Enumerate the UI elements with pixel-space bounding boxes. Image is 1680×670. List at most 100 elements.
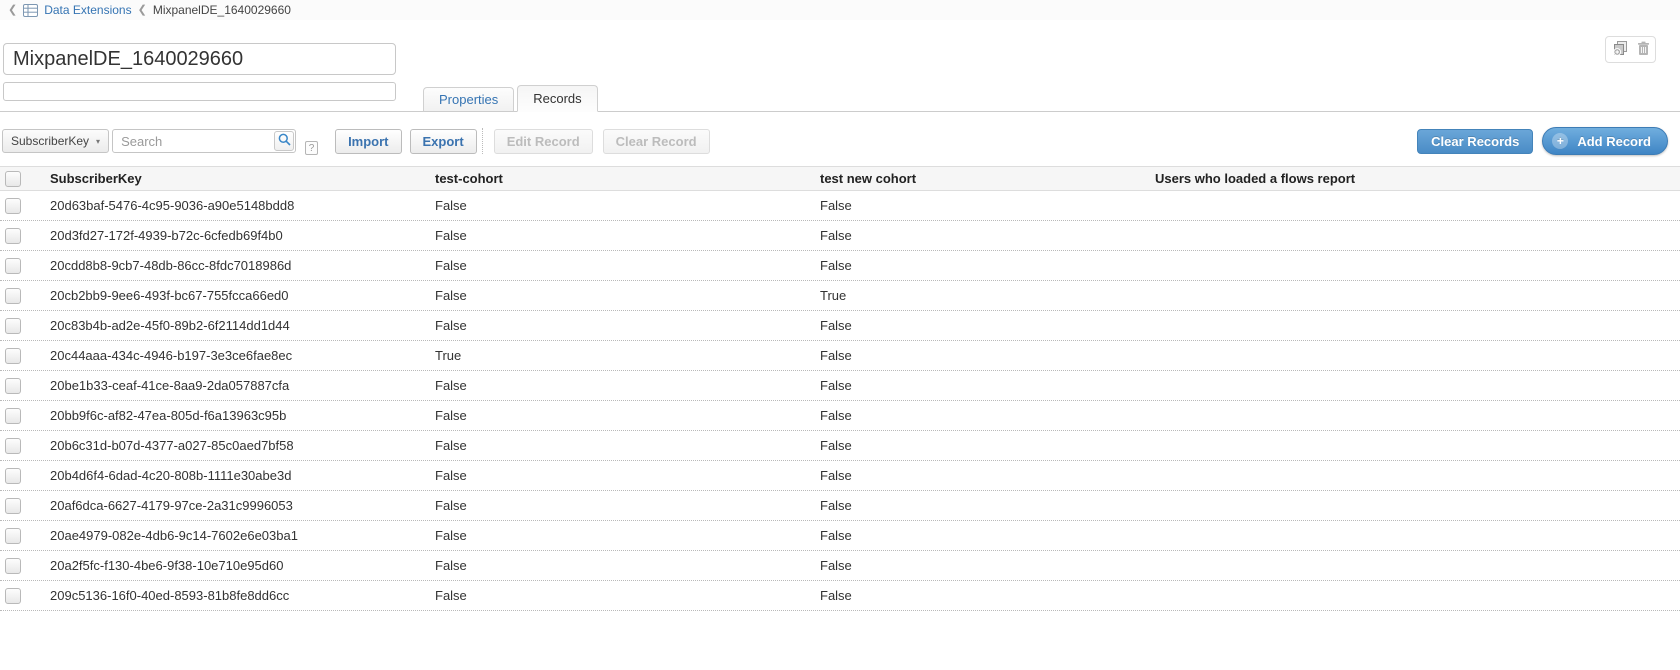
table-row[interactable]: 20c44aaa-434c-4946-b197-3e3ce6fae8ec Tru… <box>0 341 1680 371</box>
header-action-group <box>1605 36 1656 63</box>
breadcrumb-current-item: MixpanelDE_1640029660 <box>153 3 291 17</box>
row-checkbox[interactable] <box>5 198 21 214</box>
row-checkbox[interactable] <box>5 408 21 424</box>
cell-test-cohort: False <box>430 288 815 303</box>
copy-data-extension-button[interactable] <box>1612 40 1628 59</box>
edit-record-button[interactable]: Edit Record <box>494 129 593 154</box>
row-checkbox[interactable] <box>5 288 21 304</box>
tab-properties[interactable]: Properties <box>423 87 514 112</box>
clear-record-button[interactable]: Clear Record <box>603 129 710 154</box>
row-checkbox[interactable] <box>5 318 21 334</box>
table-row[interactable]: 20d63baf-5476-4c95-9036-a90e5148bdd8 Fal… <box>0 191 1680 221</box>
cell-subscriberkey: 20cdd8b8-9cb7-48db-86cc-8fdc7018986d <box>45 258 430 273</box>
breadcrumb-data-extensions-link[interactable]: Data Extensions <box>44 3 131 17</box>
import-button[interactable]: Import <box>335 129 401 154</box>
table-row[interactable]: 20c83b4b-ad2e-45f0-89b2-6f2114dd1d44 Fal… <box>0 311 1680 341</box>
data-extension-header: Properties Records <box>0 20 1680 112</box>
cell-test-new-cohort: False <box>815 408 1150 423</box>
row-checkbox[interactable] <box>5 438 21 454</box>
row-checkbox[interactable] <box>5 228 21 244</box>
search-field-selector[interactable]: SubscriberKey ▾ <box>2 129 109 153</box>
add-record-label: Add Record <box>1577 134 1651 149</box>
copy-plus-icon <box>1612 40 1628 59</box>
row-checkbox[interactable] <box>5 528 21 544</box>
column-header-flows-report: Users who loaded a flows report <box>1150 171 1680 186</box>
column-header-test-cohort: test-cohort <box>430 171 815 186</box>
row-checkbox[interactable] <box>5 588 21 604</box>
column-header-test-new-cohort: test new cohort <box>815 171 1150 186</box>
row-checkbox[interactable] <box>5 348 21 364</box>
add-record-button[interactable]: + Add Record <box>1542 127 1668 155</box>
row-checkbox[interactable] <box>5 558 21 574</box>
cell-test-cohort: True <box>430 348 815 363</box>
table-row[interactable]: 20af6dca-6627-4179-97ce-2a31c9996053 Fal… <box>0 491 1680 521</box>
cell-test-cohort: False <box>430 408 815 423</box>
search-button[interactable] <box>274 131 294 151</box>
cell-subscriberkey: 20af6dca-6627-4179-97ce-2a31c9996053 <box>45 498 430 513</box>
cell-test-new-cohort: False <box>815 228 1150 243</box>
search-field-selector-label: SubscriberKey <box>11 134 89 148</box>
cell-test-new-cohort: False <box>815 558 1150 573</box>
table-row[interactable]: 20be1b33-ceaf-41ce-8aa9-2da057887cfa Fal… <box>0 371 1680 401</box>
cell-test-cohort: False <box>430 438 815 453</box>
cell-subscriberkey: 20ae4979-082e-4db6-9c14-7602e6e03ba1 <box>45 528 430 543</box>
tab-records[interactable]: Records <box>517 85 597 112</box>
cell-test-cohort: False <box>430 318 815 333</box>
help-icon[interactable]: ? <box>305 141 318 155</box>
cell-test-cohort: False <box>430 558 815 573</box>
cell-subscriberkey: 209c5136-16f0-40ed-8593-81b8fe8dd6cc <box>45 588 430 603</box>
row-checkbox[interactable] <box>5 468 21 484</box>
cell-subscriberkey: 20b6c31d-b07d-4377-a027-85c0aed7bf58 <box>45 438 430 453</box>
toolbar-divider <box>482 128 483 154</box>
table-row[interactable]: 20b4d6f4-6dad-4c20-808b-1111e30abe3d Fal… <box>0 461 1680 491</box>
cell-test-cohort: False <box>430 378 815 393</box>
cell-test-cohort: False <box>430 198 815 213</box>
row-checkbox[interactable] <box>5 258 21 274</box>
table-row[interactable]: 20a2f5fc-f130-4be6-9f38-10e710e95d60 Fal… <box>0 551 1680 581</box>
cell-test-cohort: False <box>430 258 815 273</box>
cell-subscriberkey: 20be1b33-ceaf-41ce-8aa9-2da057887cfa <box>45 378 430 393</box>
name-field[interactable] <box>3 43 396 75</box>
clear-records-button[interactable]: Clear Records <box>1417 129 1533 154</box>
cell-subscriberkey: 20d63baf-5476-4c95-9036-a90e5148bdd8 <box>45 198 430 213</box>
cell-test-new-cohort: False <box>815 588 1150 603</box>
description-field[interactable] <box>3 82 396 101</box>
table-row[interactable]: 20d3fd27-172f-4939-b72c-6cfedb69f4b0 Fal… <box>0 221 1680 251</box>
cell-subscriberkey: 20d3fd27-172f-4939-b72c-6cfedb69f4b0 <box>45 228 430 243</box>
cell-test-cohort: False <box>430 228 815 243</box>
table-row[interactable]: 209c5136-16f0-40ed-8593-81b8fe8dd6cc Fal… <box>0 581 1680 611</box>
records-toolbar: SubscriberKey ▾ ? Import Export Edit Rec… <box>0 112 1680 166</box>
row-checkbox[interactable] <box>5 498 21 514</box>
cell-test-new-cohort: False <box>815 468 1150 483</box>
search-box <box>112 129 296 153</box>
delete-data-extension-button[interactable] <box>1637 41 1650 59</box>
table-row[interactable]: 20ae4979-082e-4db6-9c14-7602e6e03ba1 Fal… <box>0 521 1680 551</box>
tab-bar: Properties Records <box>423 85 598 112</box>
cell-test-new-cohort: False <box>815 498 1150 513</box>
cell-test-new-cohort: False <box>815 258 1150 273</box>
export-button[interactable]: Export <box>410 129 477 154</box>
table-row[interactable]: 20b6c31d-b07d-4377-a027-85c0aed7bf58 Fal… <box>0 431 1680 461</box>
select-all-checkbox[interactable] <box>5 171 21 187</box>
cell-subscriberkey: 20a2f5fc-f130-4be6-9f38-10e710e95d60 <box>45 558 430 573</box>
back-chevron-icon[interactable]: ❮ <box>8 5 17 16</box>
cell-test-new-cohort: False <box>815 198 1150 213</box>
chevron-down-icon: ▾ <box>96 137 100 146</box>
cell-test-new-cohort: True <box>815 288 1150 303</box>
cell-subscriberkey: 20c83b4b-ad2e-45f0-89b2-6f2114dd1d44 <box>45 318 430 333</box>
table-row[interactable]: 20bb9f6c-af82-47ea-805d-f6a13963c95b Fal… <box>0 401 1680 431</box>
cell-test-new-cohort: False <box>815 528 1150 543</box>
table-body: 20d63baf-5476-4c95-9036-a90e5148bdd8 Fal… <box>0 191 1680 611</box>
cell-subscriberkey: 20b4d6f4-6dad-4c20-808b-1111e30abe3d <box>45 468 430 483</box>
data-extension-grid-icon <box>23 4 38 17</box>
cell-test-cohort: False <box>430 468 815 483</box>
cell-test-new-cohort: False <box>815 348 1150 363</box>
cell-test-new-cohort: False <box>815 438 1150 453</box>
trash-icon <box>1637 41 1650 59</box>
table-row[interactable]: 20cb2bb9-9ee6-493f-bc67-755fcca66ed0 Fal… <box>0 281 1680 311</box>
search-input[interactable] <box>112 129 296 153</box>
table-row[interactable]: 20cdd8b8-9cb7-48db-86cc-8fdc7018986d Fal… <box>0 251 1680 281</box>
plus-icon: + <box>1552 133 1568 149</box>
row-checkbox[interactable] <box>5 378 21 394</box>
cell-test-new-cohort: False <box>815 318 1150 333</box>
